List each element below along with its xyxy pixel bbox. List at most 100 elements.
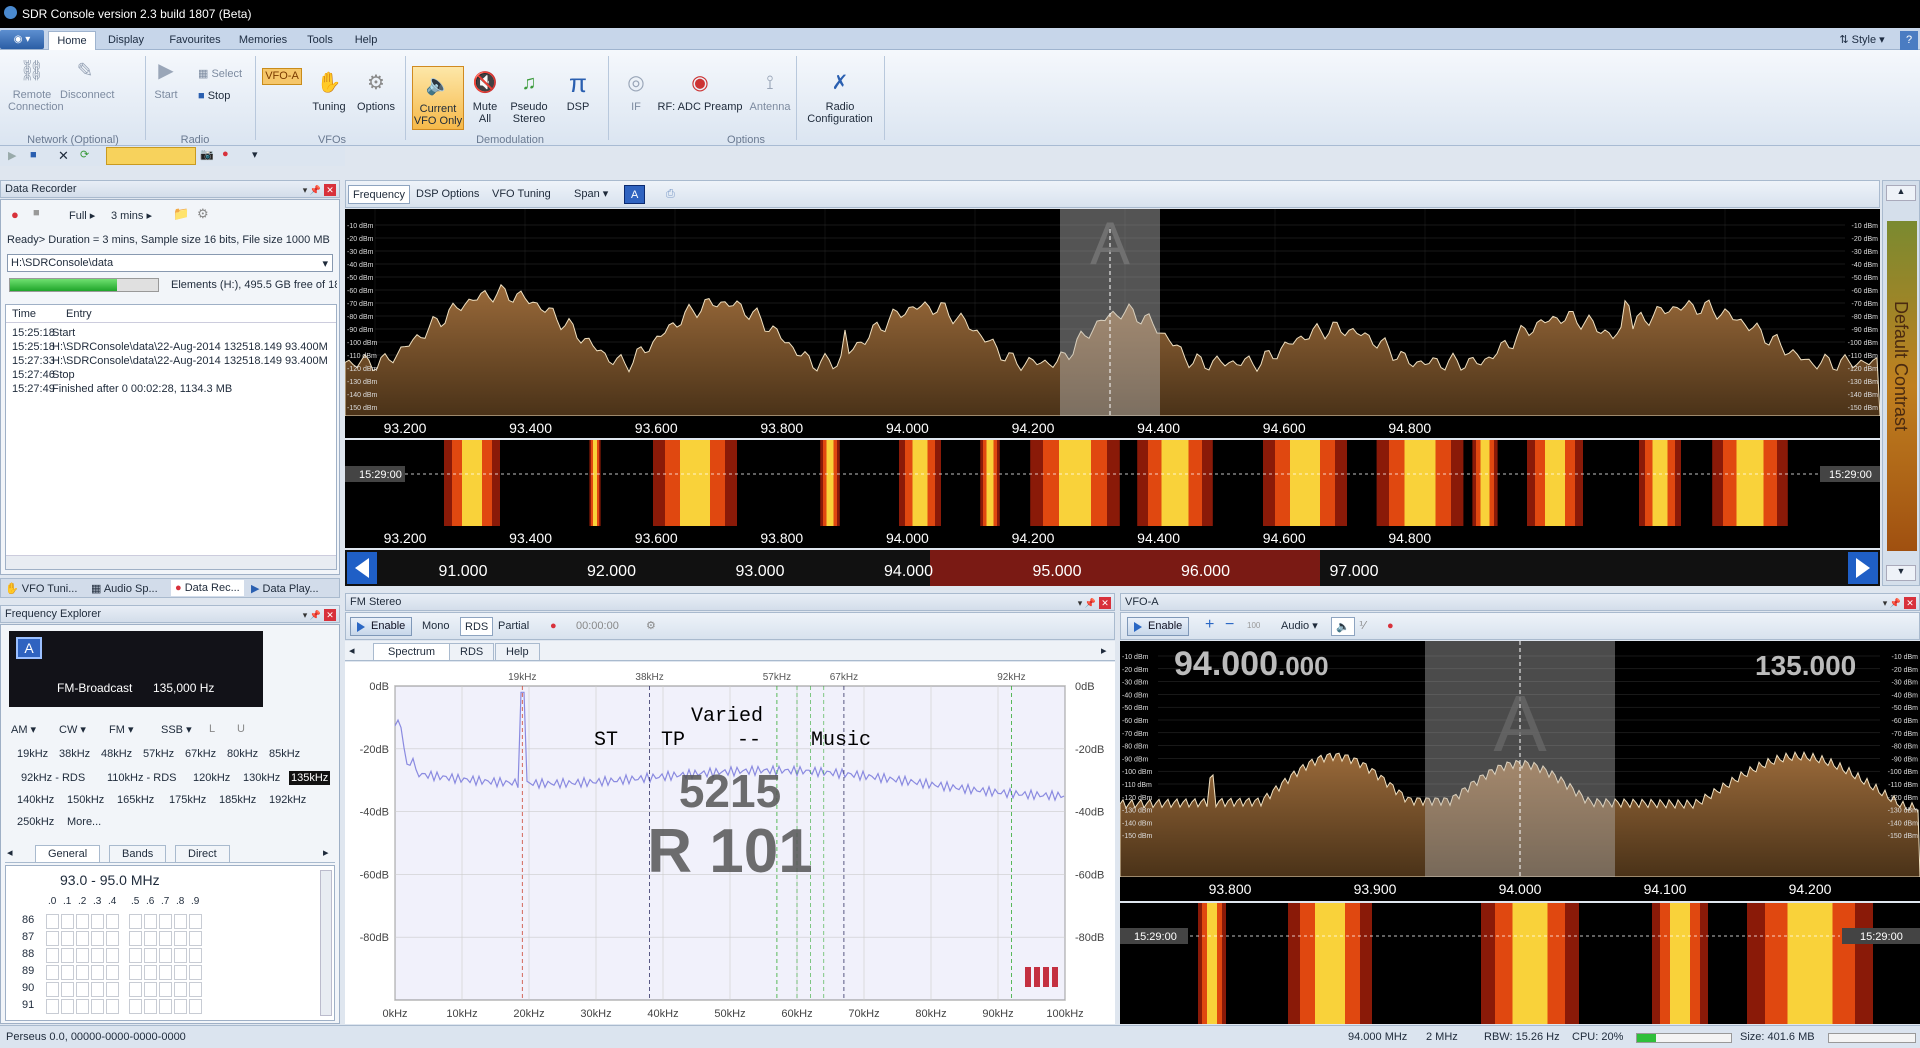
mode-button-cw[interactable]: CW ▾ xyxy=(59,723,86,736)
grid-cell[interactable] xyxy=(144,948,157,963)
zoom-in-icon[interactable]: + xyxy=(1201,617,1218,636)
grid-cell[interactable] xyxy=(144,965,157,980)
grid-cell[interactable] xyxy=(91,914,104,929)
camera-icon[interactable]: 📷 xyxy=(200,148,214,161)
preset-175khz[interactable]: 175kHz xyxy=(167,793,208,807)
panel-controls[interactable]: ▾ 📌 ✕ xyxy=(1078,595,1111,611)
preset-140khz[interactable]: 140kHz xyxy=(15,793,56,807)
chevron-down-icon[interactable]: ▾ xyxy=(252,148,258,161)
refresh-icon[interactable]: ⟳ xyxy=(80,148,89,161)
preset-80khz[interactable]: 80kHz xyxy=(225,747,260,761)
antenna-button[interactable]: ⟟ Antenna xyxy=(746,68,794,113)
mute-icon[interactable]: ⅟ xyxy=(1355,617,1369,636)
grid-cell[interactable] xyxy=(76,931,89,946)
chevron-down-icon[interactable]: ▼ xyxy=(1886,565,1916,581)
grid-cell[interactable] xyxy=(159,965,172,980)
vfo-a-button[interactable]: VFO-A xyxy=(262,68,302,85)
grid-cell[interactable] xyxy=(61,948,74,963)
fm-mpx-spectrum[interactable]: 19kHz 38kHz 57kHz 67kHz 92kHz 0dB 0dB -20dB -20d… xyxy=(345,662,1115,1024)
pin-icon[interactable]: 📌 xyxy=(310,185,321,195)
band-scroller[interactable]: 91.000 92.000 93.000 94.000 95.000 96.000 97.0… xyxy=(345,550,1880,586)
play-icon[interactable]: ▶ xyxy=(8,149,16,162)
grid-cell[interactable] xyxy=(91,982,104,997)
tab-rds[interactable]: RDS xyxy=(449,643,495,661)
tab-bands[interactable]: Bands xyxy=(109,845,167,863)
preset-110khz---rds[interactable]: 110kHz - RDS xyxy=(105,771,178,785)
grid-cell[interactable] xyxy=(174,965,187,980)
preset-165khz[interactable]: 165kHz xyxy=(115,793,156,807)
stop-button[interactable]: ■ Stop xyxy=(198,90,230,102)
grid-cell[interactable] xyxy=(61,965,74,980)
grid-cell[interactable] xyxy=(189,914,202,929)
grid-cell[interactable] xyxy=(174,931,187,946)
pin-icon[interactable]: 📌 xyxy=(310,610,321,620)
grid-cell[interactable] xyxy=(129,931,142,946)
mode-button-am[interactable]: AM ▾ xyxy=(11,723,36,736)
mute-all-button[interactable]: 🔇 Mute All xyxy=(468,68,502,125)
application-menu-button[interactable]: ◉ ▾ xyxy=(0,30,44,49)
stop-icon[interactable]: ■ xyxy=(33,207,40,219)
favourites-strip[interactable] xyxy=(106,147,196,165)
grid-cell[interactable] xyxy=(129,965,142,980)
dock-tab-data-recorder[interactable]: ● Data Rec... xyxy=(171,580,244,596)
rds-button[interactable]: RDS xyxy=(460,617,494,636)
vfo-enable-button[interactable]: Enable xyxy=(1127,617,1189,636)
col-entry-header[interactable]: Entry xyxy=(66,308,92,320)
main-spectrum-display[interactable]: A -10 dBm -10 dBm -20 dBm -20 dBm -30 dBm -30… xyxy=(345,209,1880,438)
grid-cell[interactable] xyxy=(144,982,157,997)
grid-cell[interactable] xyxy=(189,965,202,980)
grid-cell[interactable] xyxy=(46,999,59,1014)
grid-cell[interactable] xyxy=(144,914,157,929)
partial-button[interactable]: Partial xyxy=(494,617,533,636)
vfo-waterfall[interactable]: 15:29:00 15:29:00 xyxy=(1120,903,1920,1024)
disconnect-button[interactable]: ✎ Disconnect xyxy=(60,56,114,101)
tab-vfo-tuning[interactable]: VFO Tuning xyxy=(488,185,555,204)
record-icon[interactable]: ● xyxy=(11,207,19,222)
grid-cell[interactable] xyxy=(46,965,59,980)
grid-cell[interactable] xyxy=(61,982,74,997)
close-icon[interactable]: ✕ xyxy=(324,609,336,621)
grid-cell[interactable] xyxy=(76,965,89,980)
audio-dropdown[interactable]: Audio ▾ xyxy=(1277,617,1322,636)
grid-cell[interactable] xyxy=(46,948,59,963)
grid-cell[interactable] xyxy=(174,948,187,963)
zoom-out-icon[interactable]: − xyxy=(1221,617,1238,636)
close-icon[interactable]: ✕ xyxy=(58,148,69,164)
preset-135khz[interactable]: 135kHz xyxy=(289,771,331,785)
grid-cell[interactable] xyxy=(159,914,172,929)
vertical-scrollbar[interactable] xyxy=(320,870,332,1016)
preset-130khz[interactable]: 130kHz xyxy=(241,771,282,785)
log-row[interactable]: 15:25:18 H:\SDRConsole\data\22-Aug-2014 1… xyxy=(6,341,336,355)
preset-57khz[interactable]: 57kHz xyxy=(141,747,176,761)
close-icon[interactable]: ✕ xyxy=(1099,597,1111,609)
tab-home[interactable]: Home xyxy=(48,31,96,50)
grid-cell[interactable] xyxy=(189,931,202,946)
fm-enable-button[interactable]: Enable xyxy=(350,617,412,636)
grid-cell[interactable] xyxy=(129,982,142,997)
grid-cell[interactable] xyxy=(159,999,172,1014)
preset-192khz[interactable]: 192kHz xyxy=(267,793,308,807)
grid-cell[interactable] xyxy=(106,982,119,997)
rf-adc-preamp-button[interactable]: ◉ RF: ADC Preamp xyxy=(656,68,744,113)
dock-tab-vfo-tuning[interactable]: ✋ VFO Tuni... xyxy=(5,582,77,595)
grid-cell[interactable] xyxy=(189,999,202,1014)
style-menu[interactable]: ⇅ Style ▾ xyxy=(1832,31,1892,50)
grid-cell[interactable] xyxy=(76,914,89,929)
grid-cell[interactable] xyxy=(129,948,142,963)
if-button[interactable]: ◎ IF xyxy=(618,68,654,113)
record-icon[interactable]: ● xyxy=(1383,617,1398,636)
grid-cell[interactable] xyxy=(174,914,187,929)
folder-icon[interactable]: 📁 xyxy=(173,206,189,222)
chevron-right-icon[interactable]: ▸ xyxy=(1101,644,1107,657)
main-waterfall[interactable]: 15:29:00 15:29:00 93.200 93.400 93.600 93.8… xyxy=(345,440,1880,548)
chevron-left-icon[interactable]: ◂ xyxy=(7,846,13,859)
help-icon[interactable]: ? xyxy=(1900,31,1918,50)
mode-dropdown[interactable]: Full ▸ xyxy=(69,209,95,222)
grid-cell[interactable] xyxy=(189,982,202,997)
grid-cell[interactable] xyxy=(159,931,172,946)
mode-button-l[interactable]: L xyxy=(209,723,215,735)
grid-cell[interactable] xyxy=(129,999,142,1014)
log-row[interactable]: 15:27:33 H:\SDRConsole\data\22-Aug-2014 1… xyxy=(6,355,336,369)
remote-connection-button[interactable]: ⛓ Remote Connection xyxy=(8,56,64,113)
options-button[interactable]: ⚙ Options xyxy=(354,68,398,113)
